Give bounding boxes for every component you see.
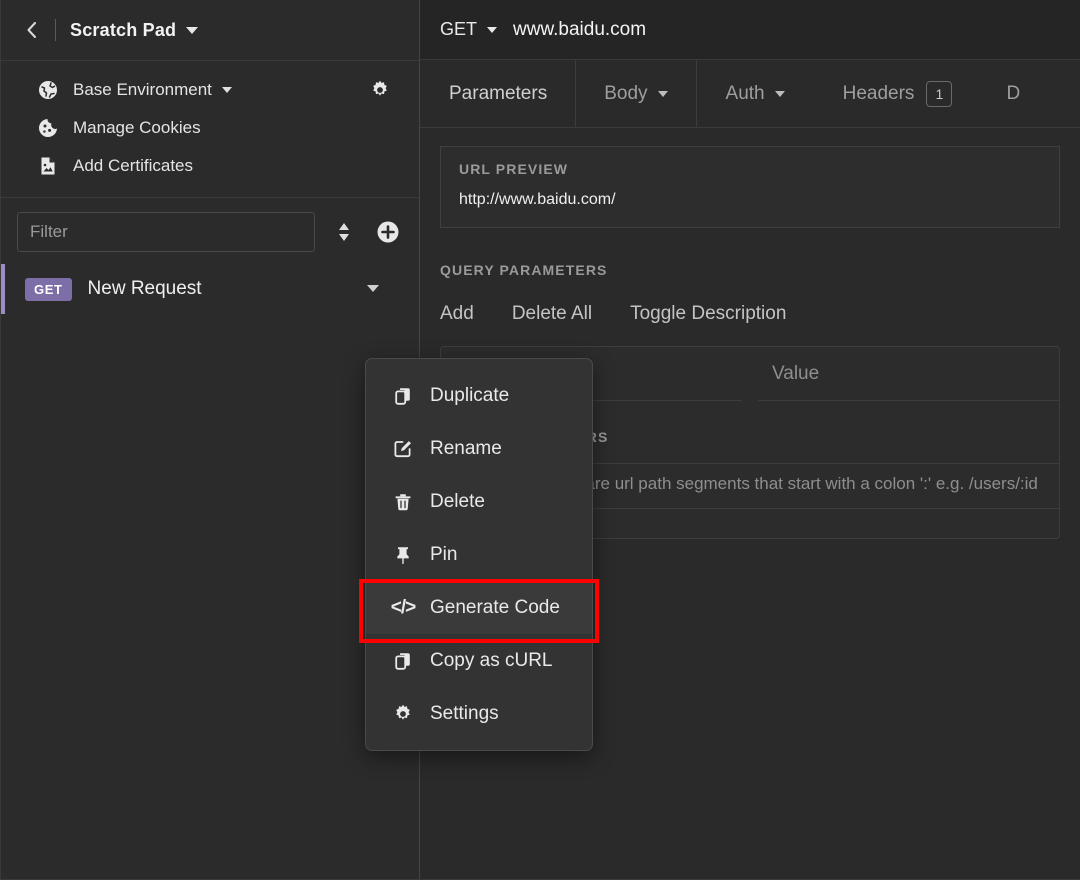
query-parameters-label: QUERY PARAMETERS [440, 262, 608, 278]
plus-circle-icon[interactable] [373, 217, 403, 247]
workspace-header: Scratch Pad [1, 0, 419, 60]
pencil-square-icon [392, 438, 414, 460]
toggle-description-button[interactable]: Toggle Description [630, 303, 786, 325]
back-chevron-icon[interactable] [17, 15, 47, 45]
method-dropdown[interactable]: GET [440, 19, 498, 40]
menu-item-duplicate[interactable]: Duplicate [366, 369, 592, 422]
add-param-button[interactable]: Add [440, 303, 474, 325]
sidebar-item-base-environment[interactable]: Base Environment [1, 71, 419, 109]
list-item[interactable]: GET New Request [1, 264, 419, 314]
tab-auth[interactable]: Auth [697, 60, 814, 127]
tab-docs[interactable]: D [981, 60, 1021, 127]
environment-settings-gear-icon[interactable] [369, 79, 391, 101]
tab-label: Auth [725, 82, 765, 104]
code-brackets-icon: </> [390, 597, 417, 618]
column-header-value[interactable]: Value [758, 347, 1059, 401]
url-preview-value: http://www.baidu.com/ [459, 191, 616, 208]
duplicate-icon [392, 650, 414, 672]
chevron-down-icon [221, 87, 232, 93]
menu-item-label: Pin [430, 543, 458, 565]
filter-row [1, 198, 419, 264]
chevron-down-icon [186, 26, 199, 34]
pin-icon [392, 544, 414, 566]
trash-icon [392, 491, 414, 513]
certificate-file-icon [37, 155, 59, 177]
gear-icon [392, 703, 414, 725]
menu-item-delete[interactable]: Delete [366, 475, 592, 528]
menu-item-pin[interactable]: Pin [366, 528, 592, 581]
environment-block: Base Environment Manage Cookies Add Cert… [1, 60, 419, 198]
sidebar-item-manage-cookies[interactable]: Manage Cookies [1, 109, 419, 147]
menu-item-label: Generate Code [430, 596, 560, 618]
insomnia-window: Scratch Pad Base Environment Manage Cook… [0, 0, 1080, 880]
filter-input[interactable] [17, 212, 315, 252]
chevron-down-icon [657, 90, 668, 97]
tab-headers[interactable]: Headers 1 [814, 60, 982, 127]
query-parameters-actions: Add Delete All Toggle Description [420, 286, 1080, 342]
menu-item-label: Rename [430, 437, 502, 459]
sidebar-item-label: Add Certificates [73, 156, 193, 175]
request-menu-chevron-down-icon[interactable] [367, 280, 379, 298]
request-name: New Request [87, 278, 202, 299]
sidebar-item-add-certificates[interactable]: Add Certificates [1, 147, 419, 185]
menu-item-label: Delete [430, 490, 485, 512]
cookie-icon [37, 117, 59, 139]
header-divider [55, 19, 56, 41]
globe-icon [37, 79, 59, 101]
menu-item-label: Settings [430, 702, 499, 724]
menu-item-rename[interactable]: Rename [366, 422, 592, 475]
menu-item-settings[interactable]: Settings [366, 687, 592, 740]
request-tabs: Parameters Body Auth Headers 1 D [420, 60, 1080, 128]
method-label: GET [440, 19, 478, 39]
url-bar: GET www.baidu.com [420, 0, 1080, 60]
url-preview-box: URL PREVIEW http://www.baidu.com/ [440, 146, 1060, 228]
menu-item-copy-as-curl[interactable]: Copy as cURL [366, 634, 592, 687]
tab-label: Parameters [449, 82, 548, 104]
request-context-menu: Duplicate Rename Delete Pin </> Generate… [365, 358, 593, 751]
tab-label: Headers [842, 82, 915, 104]
sidebar-item-label: Base Environment [73, 80, 212, 99]
active-accent-bar [1, 264, 5, 314]
url-input[interactable]: www.baidu.com [513, 19, 646, 41]
workspace-title: Scratch Pad [70, 19, 177, 40]
headers-count-badge: 1 [926, 80, 953, 107]
menu-item-label: Copy as cURL [430, 649, 553, 671]
tab-label: Body [604, 82, 648, 104]
url-preview-label: URL PREVIEW [459, 161, 569, 177]
menu-item-generate-code[interactable]: </> Generate Code [366, 581, 592, 634]
duplicate-icon [392, 385, 414, 407]
sidebar: Scratch Pad Base Environment Manage Cook… [1, 0, 420, 879]
request-list: GET New Request [1, 264, 419, 314]
delete-all-params-button[interactable]: Delete All [512, 303, 592, 325]
menu-item-label: Duplicate [430, 384, 510, 406]
tab-body[interactable]: Body [575, 60, 697, 127]
chevron-down-icon [487, 26, 498, 33]
tab-label: D [1006, 82, 1021, 104]
sort-updown-icon[interactable] [329, 217, 359, 247]
sidebar-item-label: Manage Cookies [73, 118, 201, 137]
chevron-down-icon [774, 90, 785, 97]
tab-parameters[interactable]: Parameters [420, 60, 576, 127]
request-method-badge: GET [25, 277, 72, 301]
workspace-title-button[interactable]: Scratch Pad [70, 19, 199, 41]
